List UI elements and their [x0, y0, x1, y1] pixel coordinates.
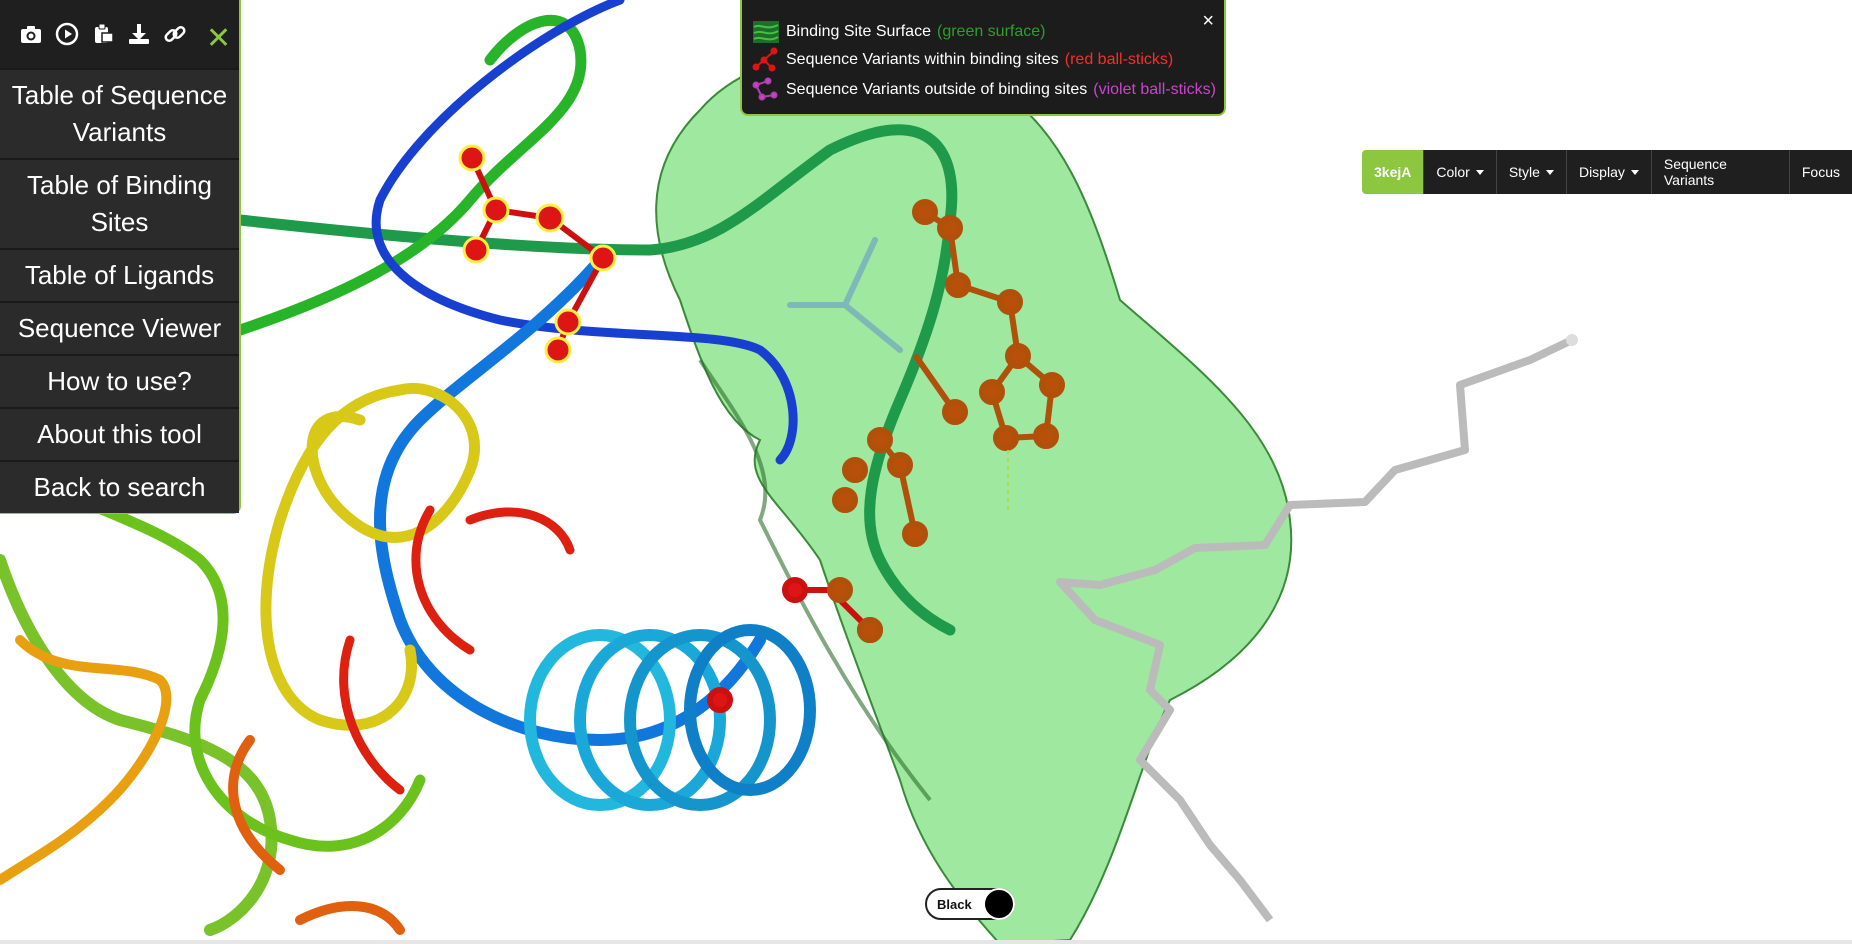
- focus-button[interactable]: Focus: [1789, 150, 1852, 194]
- style-dropdown[interactable]: Style: [1496, 150, 1567, 194]
- sequence-variants-label: Sequence Variants: [1663, 156, 1727, 188]
- menu-item-ligands[interactable]: Table of Ligands: [0, 248, 239, 301]
- color-dropdown[interactable]: Color: [1424, 150, 1497, 194]
- display-label: Display: [1578, 164, 1625, 180]
- display-dropdown[interactable]: Display: [1566, 150, 1652, 194]
- legend-surface-note: (green surface): [936, 23, 1046, 40]
- violet-ball-stick-icon: [752, 77, 778, 101]
- close-icon[interactable]: ✕: [206, 24, 231, 54]
- menu-item-binding-sites[interactable]: Table of Binding Sites: [0, 158, 239, 248]
- chevron-down-icon: [1630, 169, 1639, 175]
- download-icon[interactable]: [126, 21, 152, 47]
- menu-item-sequence-viewer[interactable]: Sequence Viewer: [0, 301, 239, 354]
- legend-row-outside: Sequence Variants outside of binding sit…: [752, 77, 1216, 103]
- play-icon[interactable]: [54, 21, 80, 47]
- surface-icon: [753, 21, 779, 43]
- molecule-viewer[interactable]: [0, 0, 1852, 944]
- legend-panel: Binding Site Surface (green surface) Seq…: [740, 0, 1226, 116]
- legend-outside-note: (violet ball-sticks): [1093, 81, 1216, 98]
- legend-inside-label: Sequence Variants within binding sites: [786, 51, 1059, 68]
- toolbar: ✕: [0, 0, 239, 68]
- clipboard-icon[interactable]: [90, 21, 116, 47]
- background-toggle[interactable]: Black: [925, 888, 1015, 920]
- focus-label: Focus: [1801, 164, 1840, 180]
- side-panel: ✕ Table of Sequence Variants Table of Bi…: [0, 0, 241, 514]
- chevron-down-icon: [1545, 169, 1554, 175]
- sequence-variants-button[interactable]: Sequence Variants: [1651, 150, 1790, 194]
- binding-surface: [655, 49, 1293, 944]
- background-toggle-label: Black: [937, 896, 972, 912]
- pdb-id-button[interactable]: 3kejA: [1362, 150, 1425, 194]
- legend-close-button[interactable]: ×: [1202, 10, 1214, 33]
- menu-item-sequence-variants[interactable]: Table of Sequence Variants: [0, 68, 239, 158]
- pdb-id-label: 3kejA: [1374, 164, 1412, 180]
- menu-item-about[interactable]: About this tool: [0, 407, 239, 460]
- bottom-strip: [0, 940, 1852, 944]
- red-ball-stick-icon: [752, 47, 778, 72]
- style-label: Style: [1508, 164, 1540, 180]
- legend-surface-label: Binding Site Surface: [786, 23, 931, 40]
- chevron-down-icon: [1475, 169, 1484, 175]
- camera-icon[interactable]: [18, 21, 44, 47]
- menu-item-back-to-search[interactable]: Back to search: [0, 460, 239, 513]
- ribbon-yellow: [260, 383, 481, 731]
- link-icon[interactable]: [162, 21, 188, 47]
- menu-item-how-to-use[interactable]: How to use?: [0, 354, 239, 407]
- toggle-knob: [983, 888, 1015, 920]
- legend-row-surface: Binding Site Surface (green surface): [752, 19, 1045, 45]
- color-label: Color: [1436, 164, 1470, 180]
- legend-row-inside: Sequence Variants within binding sites (…: [752, 47, 1173, 73]
- viewer-controls: 3kejA Color Style Display Sequence Varia…: [1362, 150, 1852, 194]
- legend-inside-note: (red ball-sticks): [1064, 51, 1174, 68]
- legend-outside-label: Sequence Variants outside of binding sit…: [786, 81, 1088, 98]
